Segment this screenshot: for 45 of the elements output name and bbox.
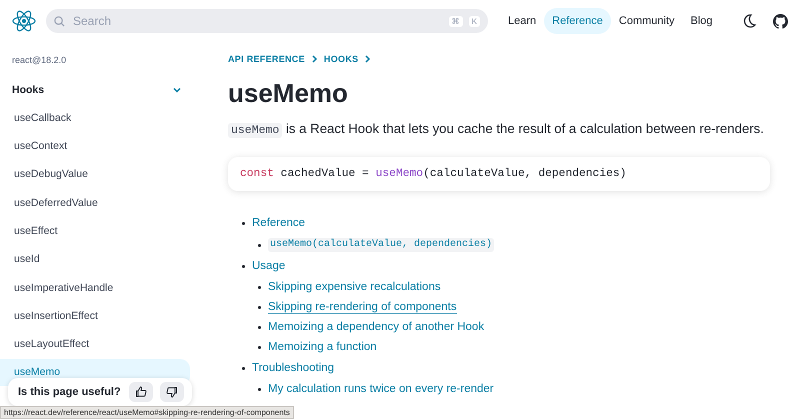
- thumbs-down-button[interactable]: [160, 382, 184, 402]
- chevron-icon: [364, 55, 372, 63]
- sidebar-item[interactable]: useImperativeHandle: [0, 274, 190, 302]
- toc-link[interactable]: Memoizing a function: [268, 341, 377, 354]
- toc-link[interactable]: Usage: [252, 260, 286, 273]
- toc-link[interactable]: My calculation runs twice on every re-render: [268, 383, 494, 396]
- nav-link[interactable]: Reference: [544, 8, 611, 34]
- sidebar-item[interactable]: useCallback: [0, 104, 190, 132]
- section-heading: Hooks: [12, 84, 44, 96]
- thumbs-up-icon: [135, 386, 147, 398]
- version-label: react@18.2.0: [11, 54, 68, 67]
- sidebar-item[interactable]: useDebugValue: [0, 160, 190, 188]
- breadcrumb-link[interactable]: HOOKS: [324, 54, 358, 64]
- thumbs-down-icon: [166, 386, 178, 398]
- nav-link[interactable]: Blog: [682, 8, 721, 34]
- search-input[interactable]: Search: [71, 13, 443, 29]
- intro-paragraph: useMemo is a React Hook that lets you cache the result of a calculation between re-renders.: [228, 121, 800, 137]
- chevron-icon: [310, 55, 318, 63]
- shortcut-key: K: [468, 16, 480, 26]
- sidebar-item[interactable]: useDeferredValue: [0, 189, 190, 216]
- search-icon: [54, 16, 65, 26]
- breadcrumb-link[interactable]: API REFERENCE: [228, 54, 305, 64]
- toc-link[interactable]: Reference: [252, 217, 306, 230]
- toc-link[interactable]: Skipping re-rendering of components: [268, 301, 457, 314]
- code-block: const cachedValue = useMemo(calculateValue, dependencies): [228, 157, 770, 191]
- toc-link[interactable]: Memoizing a dependency of another Hook: [268, 321, 484, 334]
- toc-link[interactable]: Skipping expensive recalculations: [268, 281, 441, 294]
- nav-link[interactable]: Learn: [500, 8, 544, 34]
- nav-link[interactable]: Community: [610, 8, 683, 34]
- sidebar-item[interactable]: useInsertionEffect: [0, 302, 190, 330]
- toc-link[interactable]: Troubleshooting: [252, 362, 334, 375]
- toc-link[interactable]: useMemo(calculateValue, dependencies): [268, 238, 494, 252]
- thumbs-up-button[interactable]: [129, 382, 153, 402]
- page-title: useMemo: [228, 78, 349, 109]
- sidebar-item[interactable]: useId: [0, 246, 190, 273]
- chevron-icon[interactable]: [172, 85, 182, 95]
- sidebar-item[interactable]: useLayoutEffect: [0, 330, 190, 358]
- status-bar-url: https://react.dev/reference/react/useMemo#skipping-re-rendering-of-components: [0, 406, 294, 419]
- shortcut-key: ⌘: [448, 16, 463, 26]
- atom-logo-icon[interactable]: [12, 9, 36, 33]
- feedback-question: Is this page useful?: [18, 386, 122, 398]
- github-icon[interactable]: [772, 14, 788, 28]
- sidebar-item[interactable]: useContext: [0, 132, 190, 160]
- sidebar-item[interactable]: useEffect: [0, 217, 190, 244]
- search-field[interactable]: Search ⌘ K: [46, 9, 488, 33]
